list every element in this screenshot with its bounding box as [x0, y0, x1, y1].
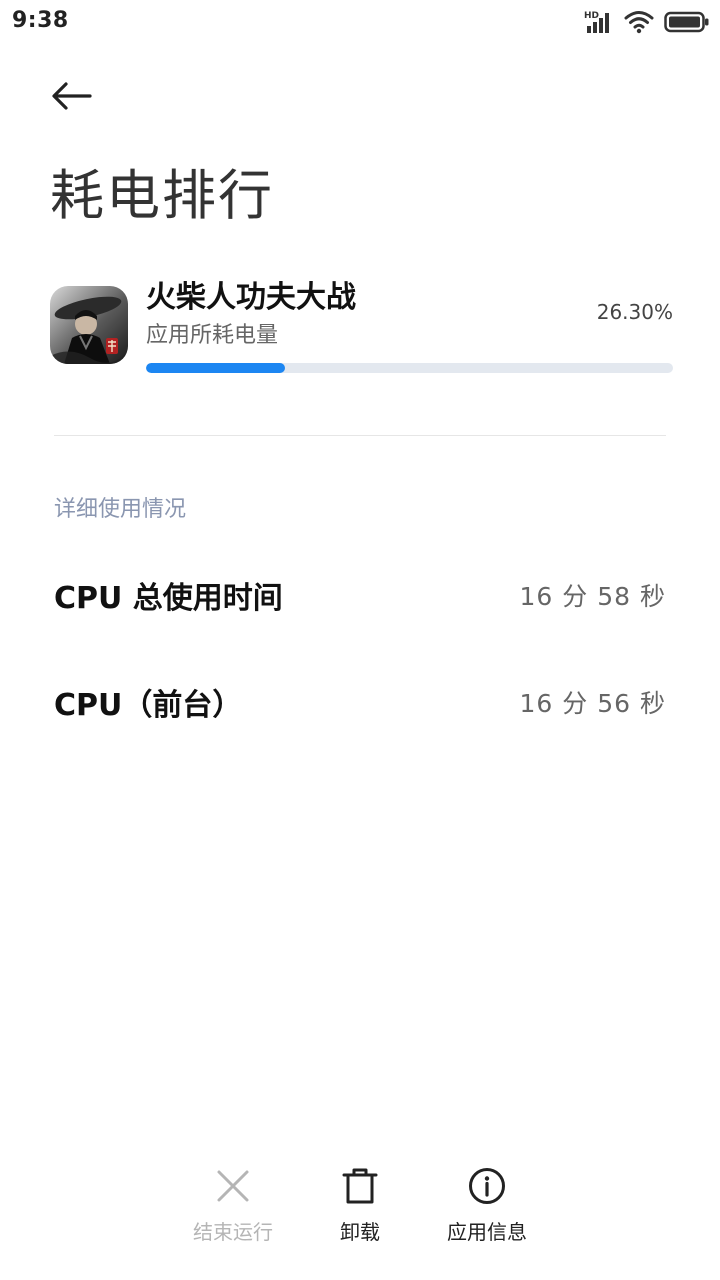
detail-value: 16 分 58 秒 — [519, 582, 666, 611]
detail-label: CPU 总使用时间 — [54, 581, 283, 616]
battery-ranking-screen: 9:38 HD 耗电排行 火柴人功夫大战 应用所耗电量 26.30% 详细使用情… — [0, 0, 720, 1280]
trash-icon — [340, 1166, 380, 1206]
detail-row-cpu-total: CPU 总使用时间 16 分 58 秒 — [54, 571, 666, 619]
detail-label: CPU（前台） — [54, 688, 243, 723]
uninstall-button[interactable]: 卸载 — [300, 1166, 420, 1246]
force-stop-button[interactable]: 结束运行 — [173, 1166, 293, 1246]
wifi-icon — [624, 10, 654, 34]
bottom-action-bar: 结束运行 卸载 应用信息 — [0, 1166, 720, 1256]
back-button[interactable] — [50, 76, 106, 120]
back-arrow-icon — [50, 81, 92, 115]
detail-value: 16 分 56 秒 — [519, 689, 666, 718]
status-bar: 9:38 HD — [0, 0, 720, 44]
info-icon — [467, 1166, 507, 1206]
detail-row-cpu-foreground: CPU（前台） 16 分 56 秒 — [54, 678, 666, 726]
app-usage-label: 应用所耗电量 — [146, 323, 279, 348]
status-time: 9:38 — [12, 8, 69, 33]
status-icons: HD — [584, 8, 710, 36]
uninstall-label: 卸载 — [340, 1220, 380, 1244]
page-title: 耗电排行 — [50, 164, 274, 227]
force-stop-label: 结束运行 — [193, 1220, 273, 1244]
network-badge-text: HD — [584, 11, 599, 21]
app-icon — [50, 286, 128, 364]
app-name: 火柴人功夫大战 — [146, 280, 356, 315]
divider — [54, 435, 666, 436]
section-header-details: 详细使用情况 — [54, 497, 187, 522]
app-usage-percent: 26.30% — [596, 300, 673, 324]
battery-icon — [664, 11, 710, 33]
hd-signal-icon: HD — [584, 9, 614, 35]
app-info-label: 应用信息 — [447, 1220, 527, 1244]
app-info-button[interactable]: 应用信息 — [427, 1166, 547, 1246]
close-icon — [213, 1166, 253, 1206]
usage-progress-fill — [146, 363, 285, 373]
usage-progress-bar — [146, 363, 673, 373]
